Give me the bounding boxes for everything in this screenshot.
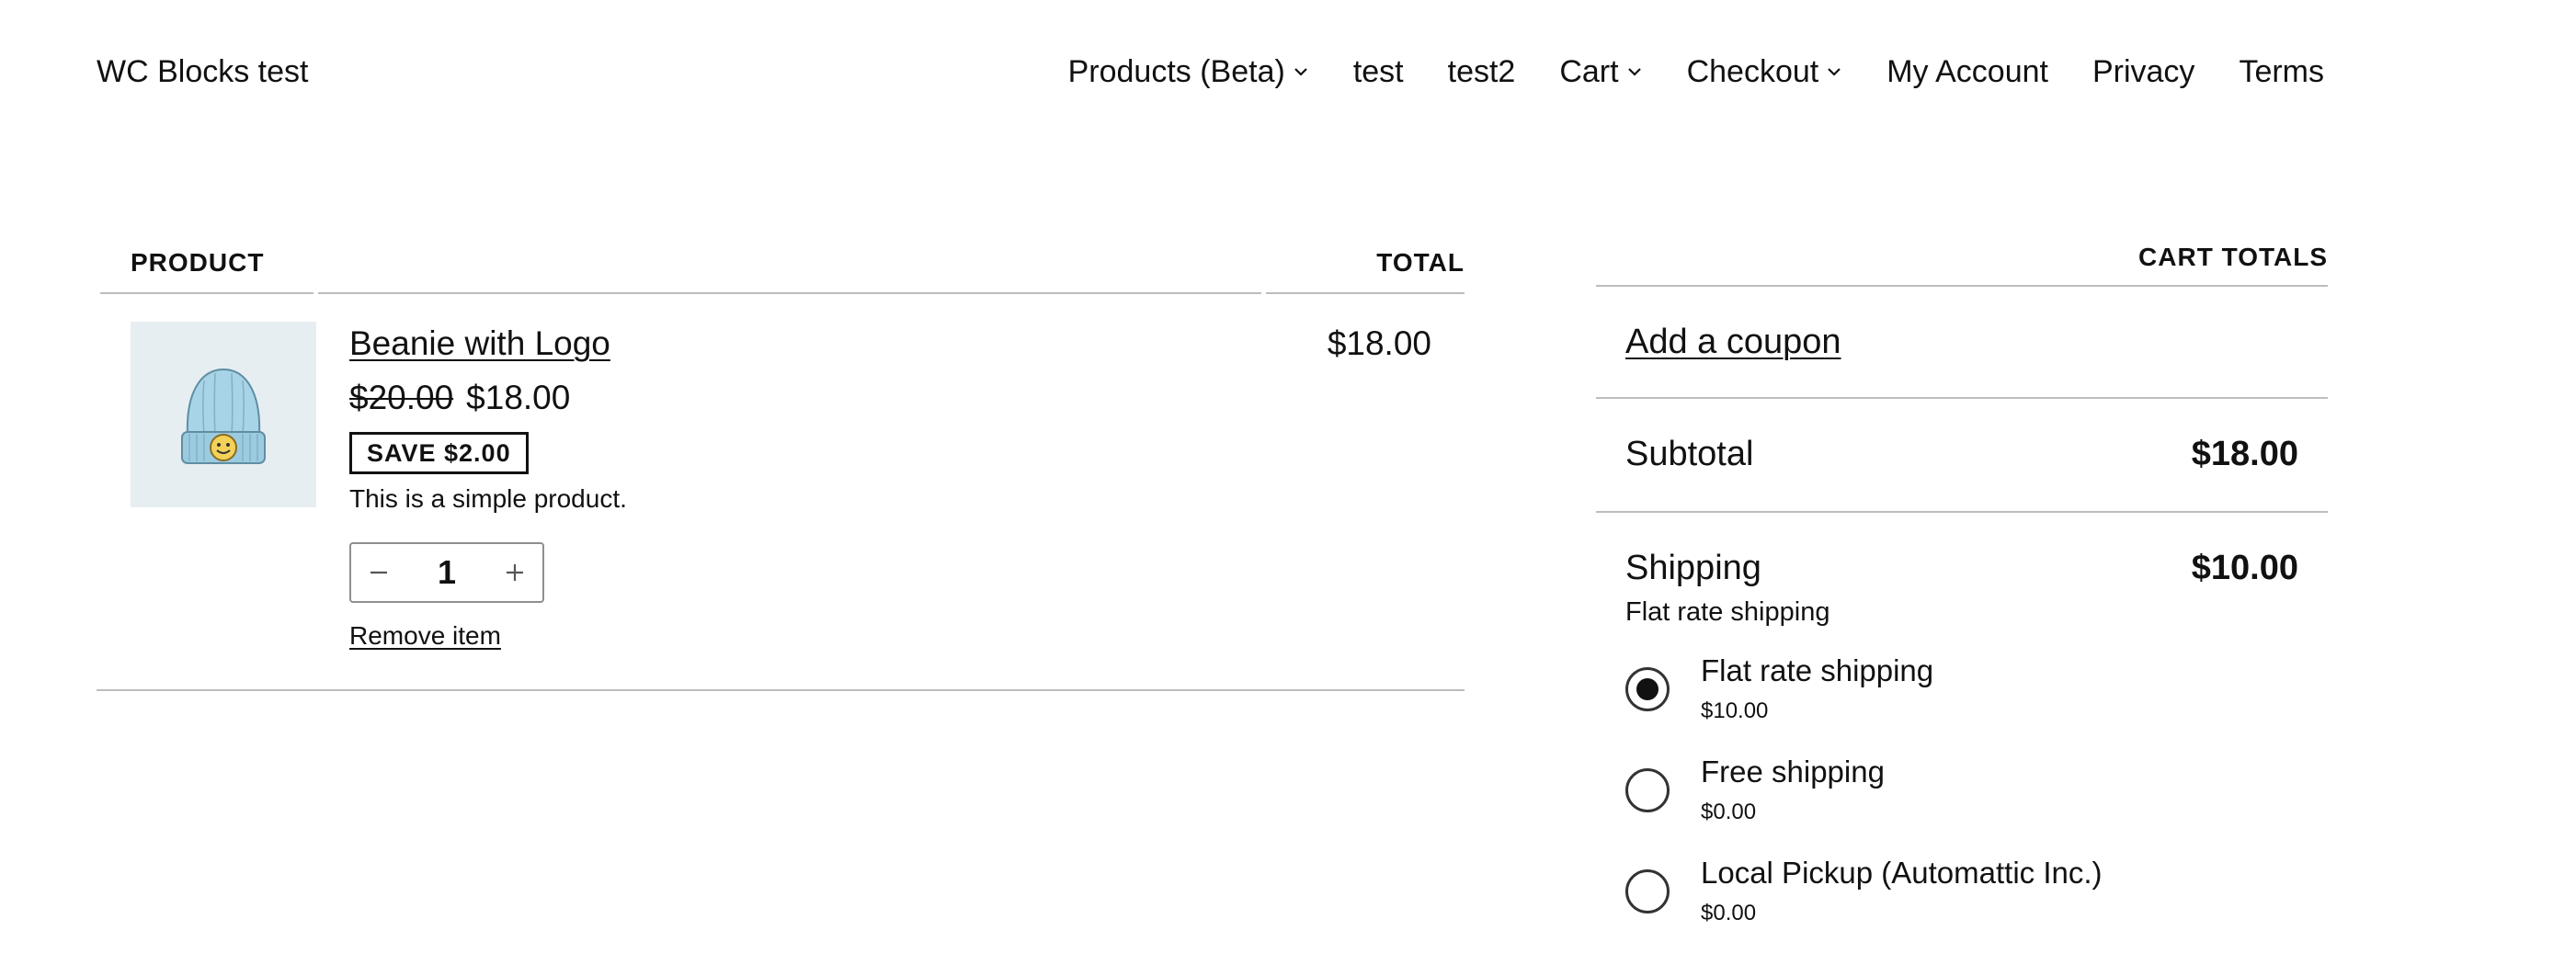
column-header-total: TOTAL	[1376, 248, 1465, 277]
product-prices: $20.00 $18.00	[349, 377, 627, 419]
product-name-link[interactable]: Beanie with Logo	[349, 322, 627, 366]
regular-price: $20.00	[349, 379, 454, 416]
site-title[interactable]: WC Blocks test	[97, 50, 308, 94]
nav-item-label: test	[1352, 54, 1404, 89]
shipping-rate-free[interactable]: Free shipping $0.00	[1625, 752, 2298, 827]
nav-item-terms[interactable]: Terms	[2239, 50, 2324, 94]
shipping-value: $10.00	[2191, 549, 2298, 587]
radio-button[interactable]	[1625, 869, 1670, 914]
nav-item-cart[interactable]: Cart	[1559, 50, 1642, 94]
cart-totals-title: CART TOTALS	[1596, 241, 2328, 287]
shipping-rate-price: $10.00	[1701, 698, 1769, 723]
cart-table-header: PRODUCT TOTAL	[97, 241, 1465, 294]
coupon-panel: Add a coupon	[1596, 287, 2328, 399]
line-total: $18.00	[1327, 324, 1431, 362]
shipping-rate-text: Free shipping $0.00	[1701, 752, 1885, 827]
cart-page: WC Blocks test Products (Beta) test test…	[0, 0, 2576, 976]
shipping-row: Shipping $10.00	[1625, 546, 2298, 590]
shipping-rate-flat[interactable]: Flat rate shipping $10.00	[1625, 651, 2298, 726]
sale-price: $18.00	[466, 379, 571, 416]
nav-item-test[interactable]: test	[1353, 50, 1404, 94]
shipping-rate-local-pickup[interactable]: Local Pickup (Automattic Inc.) $0.00	[1625, 853, 2298, 928]
nav-item-products-beta[interactable]: Products (Beta)	[1068, 50, 1309, 94]
subtotal-value: $18.00	[2191, 435, 2298, 473]
radio-button-selected[interactable]	[1625, 667, 1670, 711]
cart-items-table: PRODUCT TOTAL Beanie with Logo $20.00 $1…	[97, 241, 1465, 691]
radio-dot	[1636, 678, 1658, 700]
nav-item-label: Privacy	[2092, 54, 2195, 89]
shipping-label: Shipping	[1625, 549, 1761, 587]
minus-icon[interactable]	[351, 544, 406, 601]
nav-item-label: My Account	[1886, 54, 2048, 89]
shipping-rate-price: $0.00	[1701, 800, 1757, 824]
subtotal-label: Subtotal	[1625, 435, 1754, 473]
add-coupon-link[interactable]: Add a coupon	[1625, 323, 1841, 361]
shipping-rate-text: Local Pickup (Automattic Inc.) $0.00	[1701, 853, 2103, 928]
cart-totals: CART TOTALS Add a coupon Subtotal $18.00…	[1596, 241, 2328, 928]
nav-item-checkout[interactable]: Checkout	[1687, 50, 1843, 94]
nav-item-my-account[interactable]: My Account	[1886, 50, 2048, 94]
shipping-rate-text: Flat rate shipping $10.00	[1701, 651, 1933, 726]
nav-item-label: Terms	[2239, 54, 2324, 89]
radio-button[interactable]	[1625, 768, 1670, 812]
subtotal-row: Subtotal $18.00	[1596, 399, 2328, 513]
nav-item-label: Products (Beta)	[1067, 54, 1285, 89]
quantity-input[interactable]: 1	[406, 553, 487, 592]
shipping-rate-label: Flat rate shipping	[1701, 653, 1934, 687]
shipping-rate-price: $0.00	[1701, 901, 1757, 925]
shipping-rate-label: Local Pickup (Automattic Inc.)	[1701, 856, 2103, 890]
nav-item-label: Cart	[1559, 54, 1619, 89]
nav-item-privacy[interactable]: Privacy	[2092, 50, 2194, 94]
nav-item-label: test2	[1447, 54, 1516, 89]
shipping-rates: Flat rate shipping $10.00 Free shipping …	[1625, 651, 2298, 928]
nav-item-test2[interactable]: test2	[1448, 50, 1516, 94]
chevron-down-icon[interactable]	[1293, 63, 1309, 80]
quantity-stepper: 1	[349, 542, 544, 603]
column-header-product: PRODUCT	[131, 248, 265, 277]
beanie-image[interactable]	[131, 322, 316, 507]
product-short-description: This is a simple product.	[349, 484, 627, 513]
cart-item-row: Beanie with Logo $20.00 $18.00 SAVE $2.00…	[97, 294, 1465, 691]
chevron-down-icon[interactable]	[1626, 63, 1643, 80]
nav-item-label: Checkout	[1686, 54, 1819, 89]
main-navigation: Products (Beta) test test2 Cart Checkout…	[1068, 50, 2324, 94]
shipping-rate-label: Free shipping	[1701, 755, 1885, 789]
product-details: Beanie with Logo $20.00 $18.00 SAVE $2.00…	[349, 322, 627, 653]
chevron-down-icon[interactable]	[1826, 63, 1842, 80]
selected-shipping-method: Flat rate shipping	[1625, 597, 1830, 627]
plus-icon[interactable]	[487, 544, 542, 601]
shipping-panel: Shipping $10.00 Flat rate shipping Flat …	[1596, 513, 2328, 928]
save-badge: SAVE $2.00	[349, 432, 529, 474]
remove-item-link[interactable]: Remove item	[349, 619, 501, 653]
